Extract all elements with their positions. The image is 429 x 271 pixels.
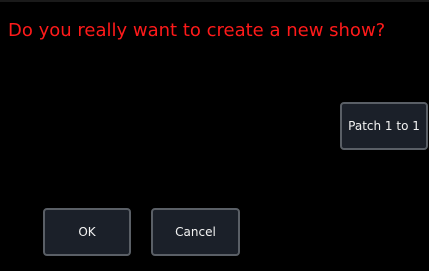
dialog-top-divider [0,0,429,2]
patch-1-to-1-label: Patch 1 to 1 [348,119,420,133]
cancel-button[interactable]: Cancel [151,208,240,256]
new-show-dialog: Do you really want to create a new show?… [0,0,429,271]
cancel-label: Cancel [175,225,216,239]
patch-1-to-1-button[interactable]: Patch 1 to 1 [340,102,428,150]
ok-label: OK [78,225,96,239]
confirmation-prompt: Do you really want to create a new show? [8,20,386,41]
ok-button[interactable]: OK [43,208,131,256]
